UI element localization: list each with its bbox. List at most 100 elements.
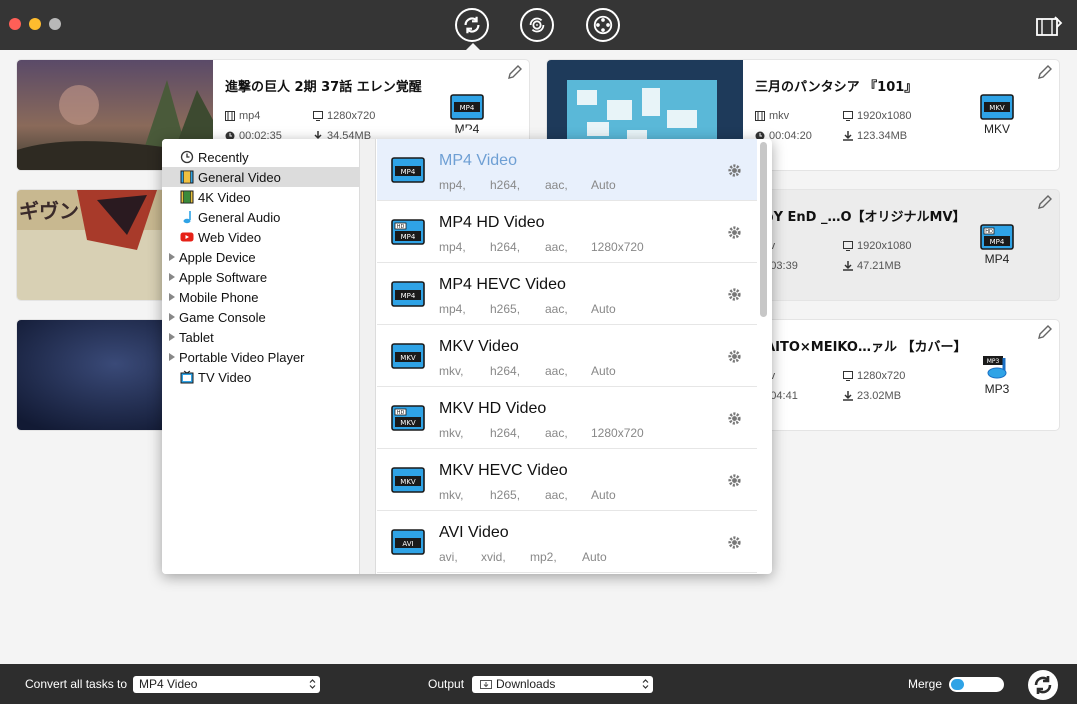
gear-icon[interactable] <box>727 163 742 178</box>
format-item-mp4-hd-video[interactable]: HD MP4 MP4 HD Video mp4, h264, aac, 1280x720 <box>377 201 757 263</box>
category-game-console[interactable]: Game Console <box>162 307 359 327</box>
chevron-up-down-icon <box>642 679 649 689</box>
svg-text:MP4: MP4 <box>401 292 416 300</box>
youtube-icon <box>180 230 194 244</box>
output-folder-select[interactable]: Downloads <box>472 676 653 693</box>
svg-text:HD: HD <box>397 410 405 416</box>
task-title: ppY EnD _…O【オリジナルMV】 <box>755 210 966 225</box>
category-recently[interactable]: Recently <box>162 147 359 167</box>
mp3-music-icon: MP3 <box>983 356 1007 379</box>
svg-text:MKV: MKV <box>400 354 416 362</box>
task-title: 三月のパンタシア 『101』 <box>755 80 918 95</box>
category-general-audio[interactable]: General Audio <box>162 207 359 227</box>
target-format[interactable]: MKV MKV <box>979 94 1015 136</box>
dvd-tab-button[interactable] <box>520 8 554 42</box>
title-bar <box>0 0 1077 50</box>
gear-icon[interactable] <box>727 535 742 550</box>
task-resolution-meta: 1920x1080 <box>843 110 911 122</box>
convert-all-format-select[interactable]: MP4 Video <box>133 676 320 693</box>
category-divider <box>359 139 376 574</box>
merge-toggle[interactable] <box>949 677 1004 692</box>
svg-text:HD: HD <box>397 224 405 230</box>
popover-arrow <box>455 127 479 139</box>
film-reel-download-icon <box>593 15 613 35</box>
edit-pencil-icon[interactable] <box>1037 64 1053 80</box>
convert-tab-button[interactable] <box>455 8 489 50</box>
disclosure-triangle-icon <box>169 313 175 321</box>
format-item-mp4-hevc-video[interactable]: MP4 MP4 HEVC Video mp4, h265, aac, Auto <box>377 263 757 325</box>
svg-text:MKV: MKV <box>400 478 416 486</box>
task-size-meta: 123.34MB <box>843 130 907 142</box>
music-note-icon <box>180 210 194 224</box>
monitor-icon <box>313 111 323 121</box>
target-format[interactable]: HD MP4 MP4 <box>979 224 1015 266</box>
category-tv-video[interactable]: TV Video <box>162 367 359 387</box>
format-item-mkv-video[interactable]: MKV MKV Video mkv, h264, aac, Auto <box>377 325 757 387</box>
task-resolution-meta: 1280x720 <box>313 110 375 122</box>
bottom-bar: Convert all tasks to MP4 Video Output Do… <box>0 664 1077 704</box>
convert-all-button[interactable] <box>1028 670 1058 700</box>
folder-download-icon <box>480 680 492 689</box>
svg-text:AVI: AVI <box>402 540 413 548</box>
task-title: KAITO×MEIKO…ァル 【カバー】 <box>755 340 967 355</box>
svg-text:HD: HD <box>985 229 993 235</box>
window-minimize-button[interactable] <box>29 18 41 30</box>
window-zoom-button[interactable] <box>49 18 61 30</box>
task-resolution-meta: 1280x720 <box>843 370 905 382</box>
svg-text:MKV: MKV <box>400 419 416 427</box>
format-list-scrollbar[interactable] <box>760 142 767 317</box>
category-apple-device[interactable]: Apple Device <box>162 247 359 267</box>
disc-convert-icon <box>529 17 545 33</box>
format-item-mp4-video[interactable]: MP4 MP4 Video mp4, h264, aac, Auto <box>377 139 757 201</box>
category-portable-video-player[interactable]: Portable Video Player <box>162 347 359 367</box>
category-general-video[interactable]: General Video <box>162 167 359 187</box>
category-mobile-phone[interactable]: Mobile Phone <box>162 287 359 307</box>
monitor-icon <box>843 111 853 121</box>
category-4k-video[interactable]: 4K Video <box>162 187 359 207</box>
chevron-up-down-icon <box>309 679 316 689</box>
mkv-film-icon: MKV <box>980 94 1014 120</box>
edit-pencil-icon[interactable] <box>1037 194 1053 210</box>
category-web-video[interactable]: Web Video <box>162 227 359 247</box>
svg-text:ギヴン: ギヴン <box>19 199 79 223</box>
format-item-mkv-hd-video[interactable]: HD MKV MKV HD Video mkv, h264, aac, 1280x720 <box>377 387 757 449</box>
toolbox-icon[interactable] <box>1035 14 1063 38</box>
film-icon <box>755 111 765 121</box>
download-icon <box>843 131 853 141</box>
task-size-meta: 23.02MB <box>843 390 901 402</box>
format-item-mkv-hevc-video[interactable]: MKV MKV HEVC Video mkv, h265, aac, Auto <box>377 449 757 511</box>
mkv-hd-film-icon: HD MKV <box>391 405 425 431</box>
task-title: 進撃の巨人 2期 37話 エレン覚醒 <box>225 80 422 95</box>
svg-text:MP3: MP3 <box>987 358 1000 365</box>
film-icon <box>225 111 235 121</box>
disclosure-triangle-icon <box>169 353 175 361</box>
svg-text:MP4: MP4 <box>460 104 475 112</box>
gear-icon[interactable] <box>727 473 742 488</box>
target-format[interactable]: MP3 MP3 <box>979 354 1015 396</box>
task-size-meta: 47.21MB <box>843 260 901 272</box>
mkv-film-icon: MKV <box>391 343 425 369</box>
format-item-avi-video[interactable]: AVI AVI Video avi, xvid, mp2, Auto <box>377 511 757 573</box>
task-format-meta: mkv <box>755 110 789 122</box>
gear-icon[interactable] <box>727 225 742 240</box>
mp4-film-icon: MP4 <box>450 94 484 120</box>
window-close-button[interactable] <box>9 18 21 30</box>
edit-pencil-icon[interactable] <box>1037 324 1053 340</box>
gear-icon[interactable] <box>727 349 742 364</box>
svg-text:MP4: MP4 <box>401 233 416 241</box>
gear-icon[interactable] <box>727 411 742 426</box>
edit-pencil-icon[interactable] <box>507 64 523 80</box>
mp4-film-icon: MP4 <box>391 281 425 307</box>
category-tablet[interactable]: Tablet <box>162 327 359 347</box>
svg-text:MKV: MKV <box>989 104 1005 112</box>
gear-icon[interactable] <box>727 287 742 302</box>
disclosure-triangle-icon <box>169 273 175 281</box>
category-apple-software[interactable]: Apple Software <box>162 267 359 287</box>
tv-icon <box>180 370 194 384</box>
mp4-hd-film-icon: HD MP4 <box>391 219 425 245</box>
download-tab-button[interactable] <box>586 8 620 42</box>
monitor-icon <box>843 241 853 251</box>
clock-icon <box>180 150 194 164</box>
disclosure-triangle-icon <box>169 333 175 341</box>
svg-text:MP4: MP4 <box>401 168 416 176</box>
